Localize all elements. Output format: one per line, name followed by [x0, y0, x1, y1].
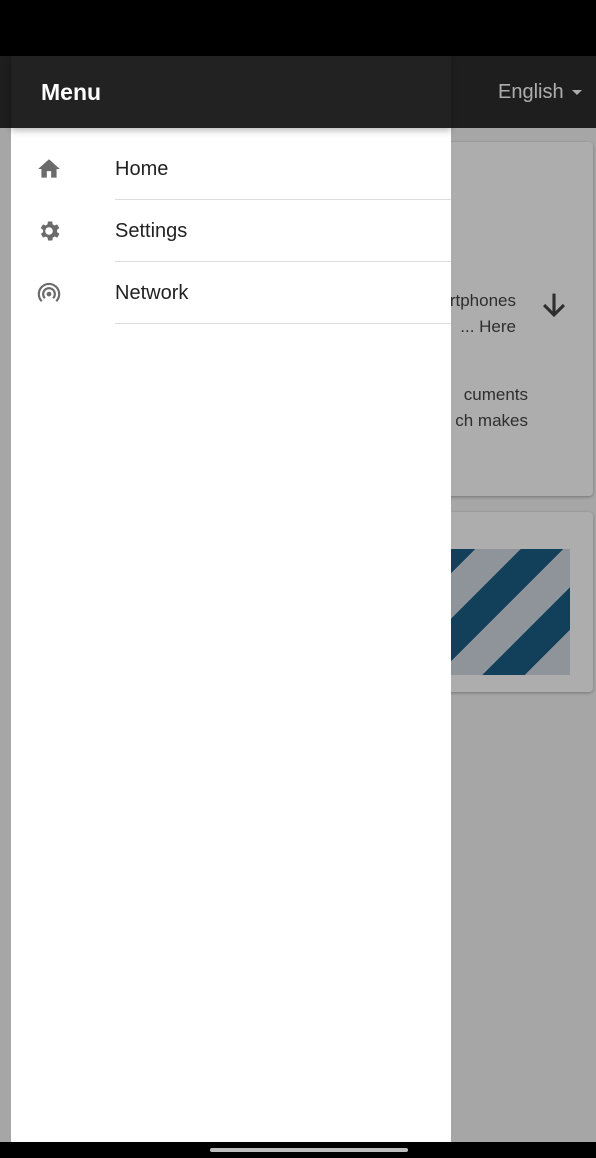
system-nav-bar — [0, 1142, 596, 1158]
menu-item-network[interactable]: Network — [11, 262, 451, 324]
gear-icon — [36, 218, 62, 244]
navigation-drawer: Menu Home Settings Network — [11, 56, 451, 1142]
network-icon — [36, 280, 62, 306]
menu-item-home[interactable]: Home — [11, 138, 451, 200]
divider — [115, 323, 451, 324]
drawer-title: Menu — [41, 79, 102, 105]
menu-item-label: Home — [115, 158, 169, 180]
menu-item-settings[interactable]: Settings — [11, 200, 451, 262]
drawer-header: Menu — [11, 56, 451, 128]
menu-item-label: Settings — [115, 220, 188, 242]
menu-item-label: Network — [115, 282, 189, 304]
status-bar — [0, 0, 596, 56]
home-icon — [36, 156, 62, 182]
home-indicator[interactable] — [210, 1148, 408, 1152]
menu-list: Home Settings Network — [11, 138, 451, 324]
